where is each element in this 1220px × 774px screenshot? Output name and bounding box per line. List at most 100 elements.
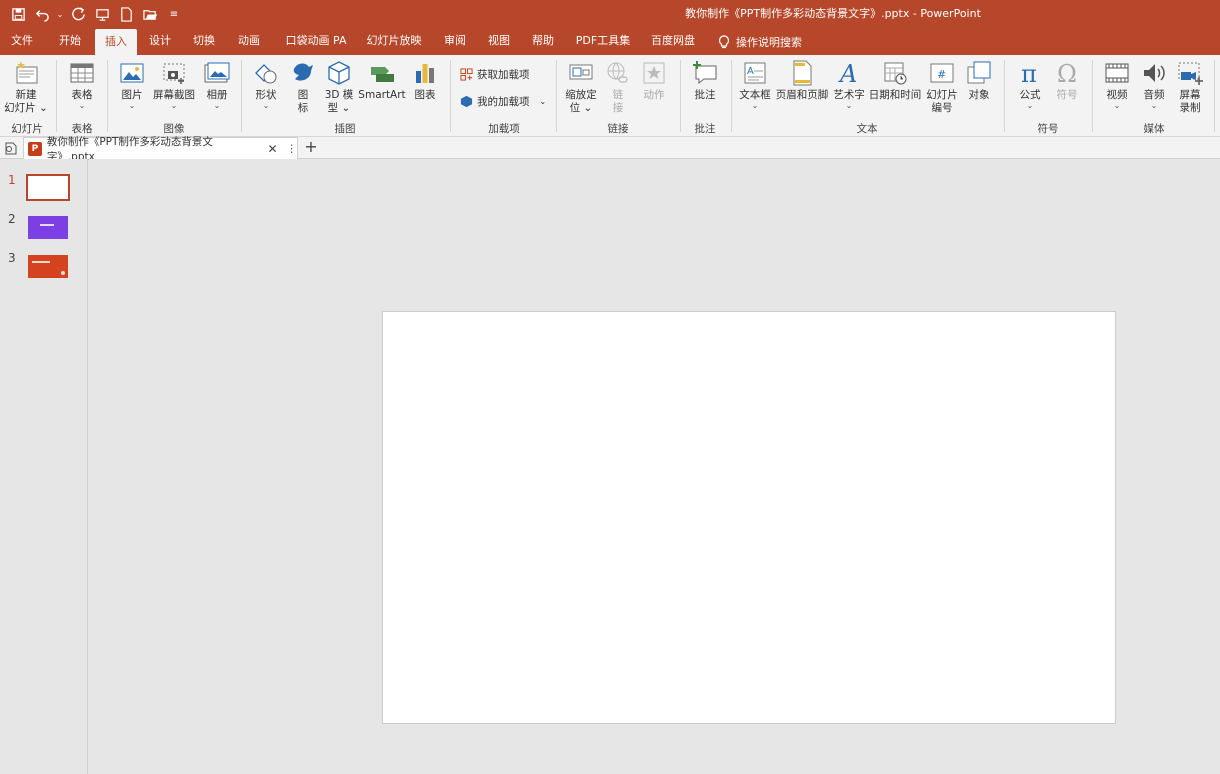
link-label-1: 链	[612, 89, 624, 101]
object-button[interactable]: 对象	[963, 59, 995, 102]
action-button[interactable]: 动作	[638, 59, 670, 102]
document-tab-strip: P 教你制作《PPT制作多彩动态背景文字》.pptx ✕ ⋮ +	[0, 136, 1220, 163]
equation-button[interactable]: π 公式 ⌄	[1013, 59, 1047, 110]
new-slide-label-2-text: 幻灯片	[4, 102, 36, 114]
picture-button[interactable]: 图片 ⌄	[114, 59, 150, 110]
screenshot-button[interactable]: 屏幕截图 ⌄	[151, 59, 197, 110]
close-icon[interactable]: ✕	[267, 142, 277, 156]
separator	[1092, 60, 1093, 132]
tab-view[interactable]: 视图	[481, 28, 517, 55]
header-footer-icon	[793, 60, 812, 86]
ribbon-insert: 新建 幻灯片 ⌄ 幻灯片 表格 ⌄ 表格 图片 ⌄ 屏幕截图 ⌄ 相册 ⌄ 图像…	[0, 55, 1220, 137]
zoom-button[interactable]: 缩放定 位 ⌄	[562, 59, 600, 115]
table-icon	[70, 63, 94, 83]
object-label: 对象	[968, 89, 990, 101]
new-slide-icon	[16, 61, 38, 84]
photo-album-icon	[204, 62, 230, 83]
zoom-label-2: 位 ⌄	[569, 102, 593, 114]
tab-transitions[interactable]: 切换	[186, 28, 222, 55]
chevron-down-icon: ⌄	[262, 101, 270, 110]
symbol-button[interactable]: Ω 符号	[1050, 59, 1084, 102]
group-label-comments: 批注	[694, 123, 716, 135]
tab-home[interactable]: 开始	[52, 28, 88, 55]
table-button[interactable]: 表格 ⌄	[64, 59, 100, 110]
wordart-button[interactable]: A 艺术字 ⌄	[831, 59, 867, 110]
slide-number-3: 3	[8, 251, 16, 265]
new-icon[interactable]	[116, 3, 136, 25]
tab-pocket-animation[interactable]: 口袋动画 PA	[281, 28, 351, 55]
more-options-icon[interactable]: ⋮	[287, 143, 298, 155]
icons-icon	[293, 63, 313, 81]
customize-icon[interactable]: ≡	[164, 3, 184, 25]
new-tab-button[interactable]: +	[302, 138, 320, 158]
screen-record-icon	[1178, 62, 1203, 85]
link-label-2: 接	[612, 102, 624, 114]
tab-review[interactable]: 审阅	[437, 28, 473, 55]
window-title: 教你制作《PPT制作多彩动态背景文字》.pptx - PowerPoint	[685, 7, 981, 20]
tab-help[interactable]: 帮助	[525, 28, 561, 55]
lightbulb-icon	[718, 34, 730, 48]
undo-dropdown-icon[interactable]: ⌄	[56, 3, 64, 25]
smartart-label: SmartArt	[358, 89, 406, 101]
shapes-button[interactable]: 形状 ⌄	[248, 59, 284, 110]
slide-number-button[interactable]: # 幻灯片 编号	[924, 59, 960, 115]
save-icon[interactable]	[8, 3, 28, 25]
date-time-button[interactable]: 日期和时间	[868, 59, 922, 102]
my-addins-button[interactable]: 我的加载项 ⌄	[460, 91, 546, 111]
audio-button[interactable]: 音频 ⌄	[1137, 59, 1171, 110]
tab-slideshow[interactable]: 幻灯片放映	[362, 28, 426, 55]
slide-thumbnail-2[interactable]	[28, 216, 68, 239]
screen-recording-button[interactable]: 屏幕 录制	[1173, 59, 1207, 115]
chart-button[interactable]: 图表	[409, 59, 441, 102]
icons-button[interactable]: 图 标	[288, 59, 318, 115]
powerpoint-file-icon: P	[28, 141, 42, 156]
link-button[interactable]: 链 接	[602, 59, 634, 115]
title-bar: ⌄ ≡ 教你制作《PPT制作多彩动态背景文字》.pptx - PowerPoin…	[0, 0, 1220, 28]
header-footer-button[interactable]: 页眉和页脚	[775, 59, 829, 102]
tab-pdf-tools[interactable]: PDF工具集	[570, 28, 636, 55]
photo-album-button[interactable]: 相册 ⌄	[199, 59, 235, 110]
icons-label-1: 图	[297, 89, 309, 101]
slide-thumbnail-3[interactable]	[28, 255, 68, 278]
my-addins-label: 我的加载项	[477, 95, 530, 108]
file-switcher-icon[interactable]	[3, 140, 19, 156]
thumbnail-text-line	[32, 261, 50, 263]
chart-label: 图表	[414, 89, 436, 101]
textbox-button[interactable]: A 文本框 ⌄	[737, 59, 773, 110]
slide-thumbnail-1[interactable]	[26, 174, 70, 201]
group-label-links: 链接	[607, 123, 629, 135]
new-slide-label-2: 幻灯片 ⌄	[4, 102, 48, 114]
chevron-down-icon: ⌄	[539, 96, 547, 106]
chart-icon	[416, 64, 434, 83]
new-slide-button[interactable]: 新建 幻灯片 ⌄	[4, 59, 48, 115]
video-button[interactable]: 视频 ⌄	[1100, 59, 1134, 110]
slide-number-label-2: 编号	[931, 102, 953, 114]
cube-icon	[328, 61, 350, 85]
comment-button[interactable]: 批注	[688, 59, 722, 102]
redo-icon[interactable]	[68, 3, 88, 25]
separator	[731, 60, 732, 132]
3d-model-label-1: 3D 模	[324, 89, 354, 101]
smartart-button[interactable]: SmartArt	[358, 59, 406, 102]
current-slide[interactable]	[382, 311, 1116, 724]
tab-design[interactable]: 设计	[142, 28, 178, 55]
chevron-down-icon: ⌄	[213, 101, 221, 110]
chevron-down-icon: ⌄	[128, 101, 136, 110]
tab-file[interactable]: 文件	[4, 28, 40, 55]
undo-icon[interactable]	[32, 3, 52, 25]
film-icon	[1105, 63, 1129, 83]
present-icon[interactable]	[92, 3, 112, 25]
tab-baidu-netdisk[interactable]: 百度网盘	[645, 28, 701, 55]
open-icon[interactable]	[140, 3, 160, 25]
document-tab[interactable]: P 教你制作《PPT制作多彩动态背景文字》.pptx ✕ ⋮	[23, 136, 298, 163]
tab-insert[interactable]: 插入	[95, 29, 137, 55]
3d-model-label-2: 型 ⌄	[327, 102, 351, 114]
link-icon	[607, 62, 628, 83]
tell-me-search[interactable]: 操作说明搜索	[718, 28, 802, 55]
get-addins-button[interactable]: 获取加载项	[460, 64, 530, 84]
3d-model-button[interactable]: 3D 模 型 ⌄	[322, 59, 356, 115]
chevron-down-icon: ⌄	[170, 101, 178, 110]
quick-access-toolbar: ⌄ ≡	[8, 0, 184, 28]
tab-animations[interactable]: 动画	[231, 28, 267, 55]
store-icon	[460, 67, 473, 81]
